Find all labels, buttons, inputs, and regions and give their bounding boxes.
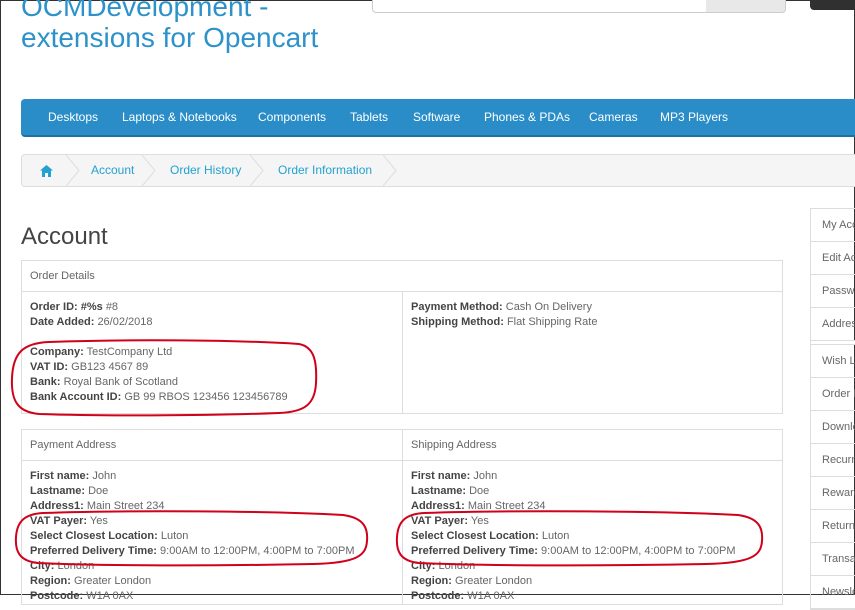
sidebar-item-password[interactable]: Password (811, 275, 855, 308)
address-vat-payer: VAT Payer: Yes (30, 515, 108, 527)
cart-button[interactable] (810, 0, 855, 10)
bank-account-row: Bank Account ID: GB 99 RBOS 123456 12345… (30, 391, 288, 403)
address-delivery-time: Preferred Delivery Time: 9:00AM to 12:00… (30, 545, 355, 557)
sidebar-item-order-history[interactable]: Order History (811, 378, 855, 411)
address-first-name: First name: John (411, 470, 498, 482)
menu-item-cameras[interactable]: Cameras (589, 99, 638, 135)
breadcrumb-account[interactable]: Account (91, 155, 134, 186)
address-address1: Address1: Main Street 234 (411, 500, 546, 512)
address-first-name: First name: John (30, 470, 117, 482)
address-delivery-time: Preferred Delivery Time: 9:00AM to 12:00… (411, 545, 736, 557)
vat-id-row: VAT ID: GB123 4567 89 (30, 361, 149, 373)
address-lastname: Lastname: Doe (30, 485, 109, 497)
payment-address-cell: First name: John Lastname: Doe Address1:… (21, 460, 403, 605)
menu-item-phones[interactable]: Phones & PDAs (484, 99, 570, 135)
menu-item-software[interactable]: Software (413, 99, 460, 135)
order-id-row: Order ID: #%s #8 (30, 301, 119, 313)
shipping-address-header: Shipping Address (402, 429, 783, 461)
address-location: Select Closest Location: Luton (411, 530, 570, 542)
address-region: Region: Greater London (411, 575, 533, 587)
address-postcode: Postcode: W1A 0AX (411, 590, 515, 602)
search-button[interactable] (706, 0, 786, 13)
shipping-address-cell: First name: John Lastname: Doe Address1:… (402, 460, 783, 605)
sidebar-item-recurring[interactable]: Recurring payments (811, 444, 855, 477)
order-details-right-cell: Payment Method: Cash On Delivery Shippin… (402, 291, 783, 414)
order-details-table: Order Details Order ID: #%s #8 Date Adde… (21, 260, 783, 414)
address-vat-payer: VAT Payer: Yes (411, 515, 489, 527)
breadcrumb-order-history[interactable]: Order History (170, 155, 241, 186)
sidebar-item-newsletter[interactable]: Newsletter (811, 576, 855, 609)
address-location: Select Closest Location: Luton (30, 530, 189, 542)
address-region: Region: Greater London (30, 575, 152, 587)
sidebar-item-reward-points[interactable]: Reward Points (811, 477, 855, 510)
sidebar-item-wish-list[interactable]: Wish List (811, 345, 855, 378)
sidebar-item-address-book[interactable]: Address Book (811, 308, 855, 341)
sidebar-item-returns[interactable]: Returns (811, 510, 855, 543)
payment-address-header: Payment Address (21, 429, 403, 461)
sidebar-item-edit-account[interactable]: Edit Account (811, 242, 855, 275)
sidebar-item-transactions[interactable]: Transactions (811, 543, 855, 576)
page-title: Account (21, 223, 108, 250)
date-added-row: Date Added: 26/02/2018 (30, 316, 153, 328)
search-input[interactable] (372, 0, 709, 13)
shipping-method-row: Shipping Method: Flat Shipping Rate (411, 316, 598, 328)
addresses-table: Payment Address Shipping Address First n… (21, 429, 783, 605)
address-postcode: Postcode: W1A 0AX (30, 590, 134, 602)
store-logo[interactable]: OCMDevelopment - extensions for Opencart (21, 0, 351, 53)
menu-item-components[interactable]: Components (258, 99, 326, 135)
address-address1: Address1: Main Street 234 (30, 500, 165, 512)
breadcrumb-order-information[interactable]: Order Information (278, 155, 372, 186)
menu-item-desktops[interactable]: Desktops (48, 99, 98, 135)
payment-method-row: Payment Method: Cash On Delivery (411, 301, 592, 313)
address-city: City: London (411, 560, 476, 572)
sidebar-item-my-account[interactable]: My Account (811, 209, 855, 242)
order-details-header: Order Details (21, 260, 783, 292)
order-details-left-cell: Order ID: #%s #8 Date Added: 26/02/2018 … (21, 291, 403, 414)
bank-row: Bank: Royal Bank of Scotland (30, 376, 178, 388)
main-menu: Desktops Laptops & Notebooks Components … (21, 99, 855, 137)
menu-item-mp3[interactable]: MP3 Players (660, 99, 728, 135)
home-icon[interactable] (40, 164, 53, 177)
sidebar-item-downloads[interactable]: Downloads (811, 411, 855, 444)
menu-item-tablets[interactable]: Tablets (350, 99, 388, 135)
account-sidebar: My Account Edit Account Password Address… (810, 208, 855, 610)
address-lastname: Lastname: Doe (411, 485, 490, 497)
address-city: City: London (30, 560, 95, 572)
breadcrumb: Account Order History Order Information (21, 154, 855, 187)
menu-item-laptops[interactable]: Laptops & Notebooks (122, 99, 237, 135)
company-row: Company: TestCompany Ltd (30, 346, 173, 358)
